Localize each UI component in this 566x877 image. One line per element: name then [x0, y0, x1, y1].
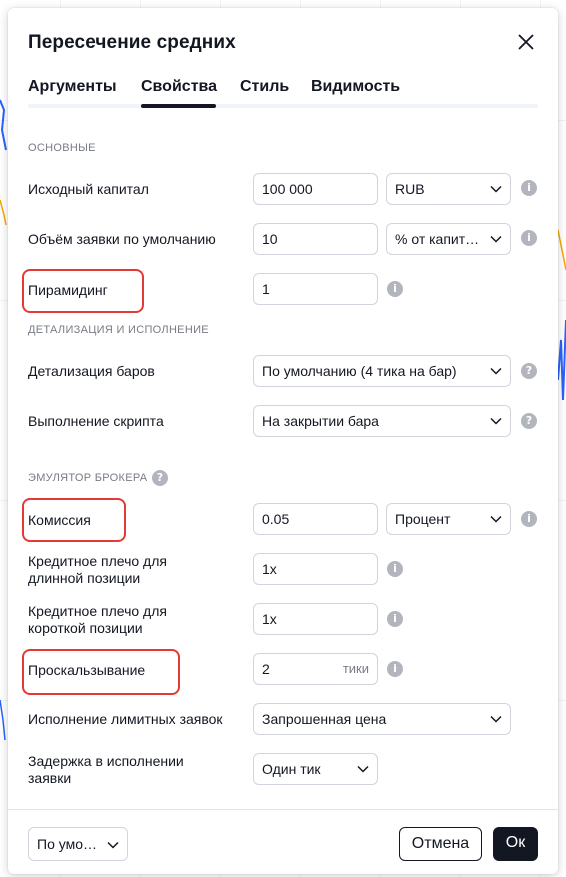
- chevron-down-icon: [490, 235, 502, 243]
- script-exec-value: На закрытии бара: [262, 413, 379, 429]
- limit-exec-select[interactable]: Запрошенная цена: [253, 703, 511, 735]
- script-exec-label: Выполнение скрипта: [28, 413, 164, 429]
- chevron-down-icon: [357, 765, 369, 773]
- help-icon[interactable]: ?: [152, 470, 168, 486]
- slippage-input[interactable]: 2 тики: [253, 653, 378, 685]
- script-exec-select[interactable]: На закрытии бара: [253, 405, 511, 437]
- order-size-label: Объём заявки по умолчанию: [28, 231, 216, 247]
- chevron-down-icon: [490, 417, 502, 425]
- info-icon[interactable]: i: [521, 230, 537, 246]
- order-delay-value: Один тик: [262, 761, 321, 777]
- chevron-down-icon: [490, 515, 502, 523]
- bar-detail-label: Детализация баров: [28, 363, 155, 379]
- initial-capital-input[interactable]: 100 000: [253, 173, 378, 205]
- cancel-button[interactable]: Отмена: [399, 827, 482, 861]
- help-icon[interactable]: ?: [521, 413, 537, 429]
- commission-unit-value: Процент: [395, 511, 451, 527]
- order-delay-select[interactable]: Один тик: [253, 753, 378, 785]
- pyramiding-input[interactable]: 1: [253, 273, 378, 305]
- info-icon[interactable]: i: [521, 511, 537, 527]
- section-broker: ЭМУЛЯТОР БРОКЕРА: [28, 472, 148, 484]
- slippage-suffix: тики: [342, 661, 369, 676]
- tab-bar: Аргументы Свойства Стиль Видимость: [28, 78, 538, 108]
- pyramiding-label: Пирамидинг: [28, 282, 108, 298]
- short-leverage-label: Кредитное плечо для короткой позиции: [28, 603, 167, 637]
- close-icon[interactable]: [516, 32, 536, 52]
- limit-exec-value: Запрошенная цена: [262, 711, 387, 727]
- tab-style[interactable]: Стиль: [240, 78, 289, 96]
- currency-select[interactable]: RUB: [386, 173, 511, 205]
- defaults-select[interactable]: По умо…: [28, 827, 128, 861]
- chevron-down-icon: [107, 841, 119, 849]
- order-size-unit-value: % от капит…: [395, 231, 480, 247]
- slippage-value: 2: [262, 661, 270, 677]
- order-delay-label-line1: Задержка в исполнении: [28, 753, 184, 769]
- section-detail: ДЕТАЛИЗАЦИЯ И ИСПОЛНЕНИЕ: [28, 324, 209, 336]
- chevron-down-icon: [490, 715, 502, 723]
- tab-arguments[interactable]: Аргументы: [28, 78, 117, 96]
- defaults-select-value: По умо…: [37, 836, 97, 852]
- long-leverage-label-line1: Кредитное плечо для: [28, 553, 167, 569]
- ok-button[interactable]: Ок: [493, 827, 538, 861]
- info-icon[interactable]: i: [387, 661, 403, 677]
- tab-visibility[interactable]: Видимость: [311, 78, 400, 96]
- tab-properties[interactable]: Свойства: [141, 78, 217, 96]
- initial-capital-label: Исходный капитал: [28, 181, 149, 197]
- bar-detail-value: По умолчанию (4 тика на бар): [262, 363, 457, 379]
- info-icon[interactable]: i: [387, 611, 403, 627]
- dialog-title: Пересечение средних: [28, 32, 236, 53]
- info-icon[interactable]: i: [521, 180, 537, 196]
- commission-label: Комиссия: [28, 512, 91, 528]
- section-basic: ОСНОВНЫЕ: [28, 142, 96, 154]
- bar-detail-select[interactable]: По умолчанию (4 тика на бар): [253, 355, 511, 387]
- limit-exec-label: Исполнение лимитных заявок: [28, 711, 223, 727]
- order-delay-label-line2: заявки: [28, 770, 72, 786]
- commission-input[interactable]: 0.05: [253, 503, 378, 535]
- currency-select-value: RUB: [395, 181, 425, 197]
- active-tab-indicator: [141, 104, 216, 108]
- footer-divider: [8, 809, 558, 810]
- info-icon[interactable]: i: [387, 561, 403, 577]
- short-leverage-label-line1: Кредитное плечо для: [28, 603, 167, 619]
- long-leverage-input[interactable]: 1x: [253, 553, 378, 585]
- long-leverage-label-line2: длинной позиции: [28, 570, 141, 586]
- commission-unit-select[interactable]: Процент: [386, 503, 511, 535]
- strategy-properties-dialog: Пересечение средних Аргументы Свойства С…: [8, 8, 558, 874]
- info-icon[interactable]: i: [387, 281, 403, 297]
- help-icon[interactable]: ?: [521, 363, 537, 379]
- order-size-input[interactable]: 10: [253, 223, 378, 255]
- chevron-down-icon: [490, 367, 502, 375]
- short-leverage-label-line2: короткой позиции: [28, 620, 143, 636]
- chevron-down-icon: [490, 185, 502, 193]
- slippage-label: Проскальзывание: [28, 662, 146, 678]
- long-leverage-label: Кредитное плечо для длинной позиции: [28, 553, 167, 587]
- order-delay-label: Задержка в исполнении заявки: [28, 753, 184, 787]
- short-leverage-input[interactable]: 1x: [253, 603, 378, 635]
- order-size-unit-select[interactable]: % от капит…: [386, 223, 511, 255]
